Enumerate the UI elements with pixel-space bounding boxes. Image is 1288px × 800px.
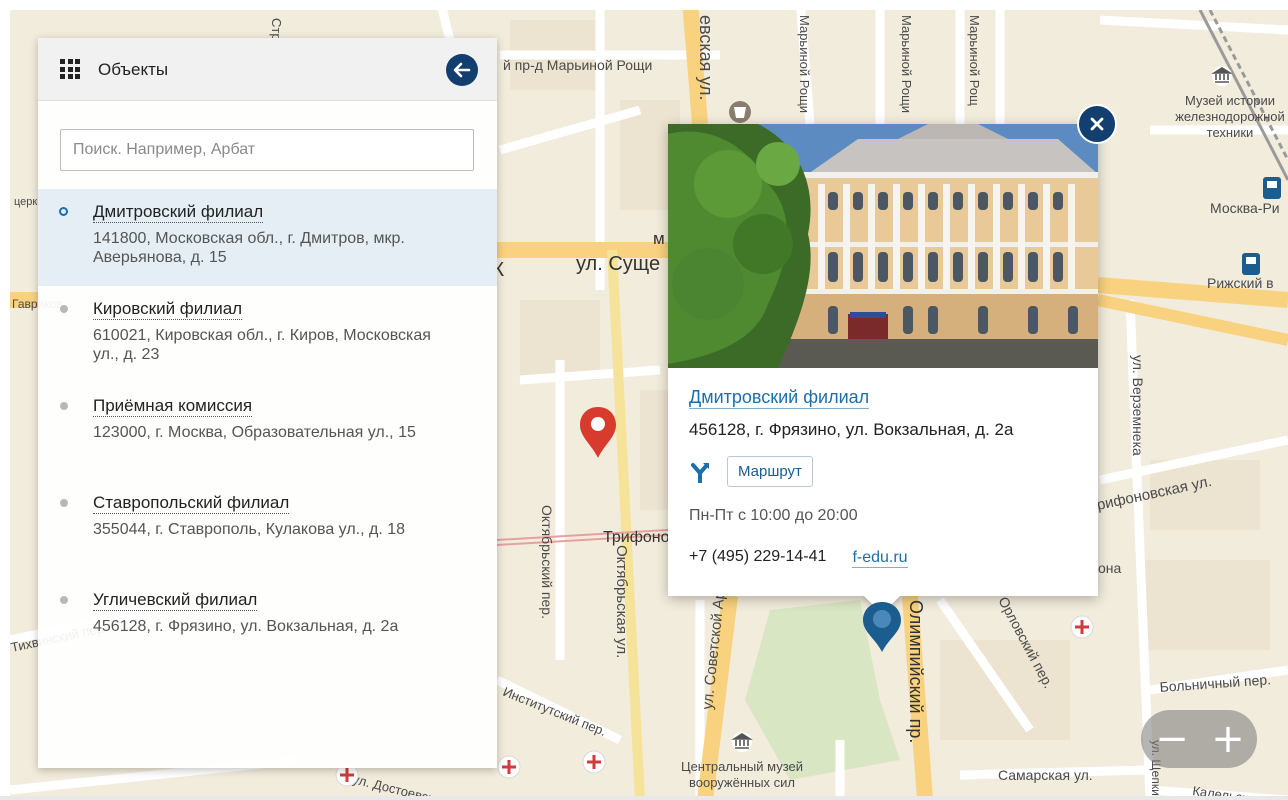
label-m-letter: м [653,229,665,248]
label-nevsky-top: евская ул. [696,15,716,101]
label-verkhnyaya: ул. Верземнека [1130,355,1146,456]
close-icon [1090,117,1104,131]
label-maryina-b: Марьиной Рощи [899,15,914,113]
panel-title: Объекты [98,60,169,79]
label-oktyabrskaya-ul: Октябрьская ул. [613,545,630,658]
popup-body: Дмитровский филиал 456128, г. Фрязино, у… [668,368,1098,568]
objects-list: Дмитровский филиал 141800, Московская обл… [38,189,497,674]
list-item[interactable]: Кировский филиал 610021, Кировская обл., … [38,286,497,383]
panel-header: Объекты [38,38,497,101]
list-bullet-icon [60,596,68,604]
list-bullet-icon [60,305,68,313]
museum-armed-icon [731,732,753,752]
website-link[interactable]: f-edu.ru [852,548,908,568]
object-popup: Дмитровский филиал 456128, г. Фрязино, у… [668,124,1098,596]
label-sushchevsky: ул. Суще [576,253,660,275]
list-bullet-icon [60,402,68,410]
list-item-address: 141800, Московская обл., г. Дмитров, мкр… [93,230,405,266]
map-marker-blue[interactable] [860,600,904,654]
list-bullet-icon [59,207,68,216]
list-item-name[interactable]: Угличевский филиал [93,590,258,611]
route-fork-icon [691,462,709,483]
grid-menu-icon[interactable] [60,59,80,79]
label-museum-railway-2: железнодорожной [1175,109,1285,124]
left-border [0,0,10,800]
contacts-row: +7 (495) 229-14-41 f-edu.ru [689,548,1077,568]
list-item[interactable]: Приёмная комиссия 123000, г. Москва, Обра… [38,383,497,480]
label-museum-railway-3: техники [1207,125,1254,140]
top-border [0,0,1288,10]
label-maryina-a: Марьиной Рощи [797,15,812,113]
working-hours: Пн-Пт с 10:00 до 20:00 [689,507,858,524]
zoom-in-button[interactable]: + [1199,710,1257,768]
list-item[interactable]: Ставропольский филиал 355044, г. Ставропо… [38,480,497,577]
list-bullet-icon [60,499,68,507]
popup-address: 456128, г. Фрязино, ул. Вокзальная, д. 2… [689,420,1014,439]
label-trifonovskaya: Трифонов [603,529,678,546]
search-area [38,101,497,189]
map-viewport[interactable]: й пр-д Марьиной Рощи Музей истории желез… [0,0,1288,800]
list-item-address: 123000, г. Москва, Образовательная ул., … [93,424,416,441]
label-maryina-c: Марьиной Рощ [967,15,982,106]
list-item-name[interactable]: Ставропольский филиал [93,493,290,514]
label-museum-armed-1: Центральный музей [681,759,803,774]
label-museum-railway-1: Музей истории [1185,93,1275,108]
bottom-border [0,796,1288,800]
objects-panel: Объекты Дмитровский филиал 141800, Москов… [38,38,497,768]
list-item-name[interactable]: Кировский филиал [93,299,243,320]
back-button[interactable] [446,54,478,86]
list-item-address: 610021, Кировская обл., г. Киров, Москов… [93,327,431,363]
list-item-name[interactable]: Приёмная комиссия [93,396,253,417]
label-samarskaya: Самарская ул. [998,767,1093,783]
label-olimpiysky: Олимпийский пр. [906,600,926,743]
search-input[interactable] [60,129,474,171]
list-item-address: 456128, г. Фрязино, ул. Вокзальная, д. 2… [93,618,399,635]
arrow-left-icon [453,62,471,78]
label-oktyabrsky-per: Октябрьский пер. [539,505,555,619]
building-photo [668,124,1098,368]
list-item[interactable]: Дмитровский филиал 141800, Московская обл… [38,189,497,286]
phone-number[interactable]: +7 (495) 229-14-41 [689,548,826,568]
cafe-icon [729,101,751,123]
route-button[interactable]: Маршрут [727,456,813,487]
label-moskva-rizhskaya: Москва-Ри [1210,200,1280,216]
map-marker-red[interactable] [578,405,618,460]
zoom-out-button[interactable]: − [1143,710,1201,768]
zoom-control: − + [1141,710,1257,768]
route-row: Маршрут [689,456,1077,487]
museum-icon [1211,66,1233,86]
list-item-address: 355044, г. Ставрополь, Кулакова ул., д. … [93,521,406,538]
label-rizhsky: Рижский в [1207,275,1274,291]
list-item-name[interactable]: Дмитровский филиал [93,202,264,223]
list-item[interactable]: Угличевский филиал 456128, г. Фрязино, ул… [38,577,497,674]
popup-title-link[interactable]: Дмитровский филиал [689,386,870,409]
label-ona: она [1098,560,1122,576]
label-marina-pass: й пр-д Марьиной Рощи [503,57,652,73]
close-popup-button[interactable] [1077,104,1117,144]
label-museum-armed-2: вооружённых сил [689,775,795,790]
